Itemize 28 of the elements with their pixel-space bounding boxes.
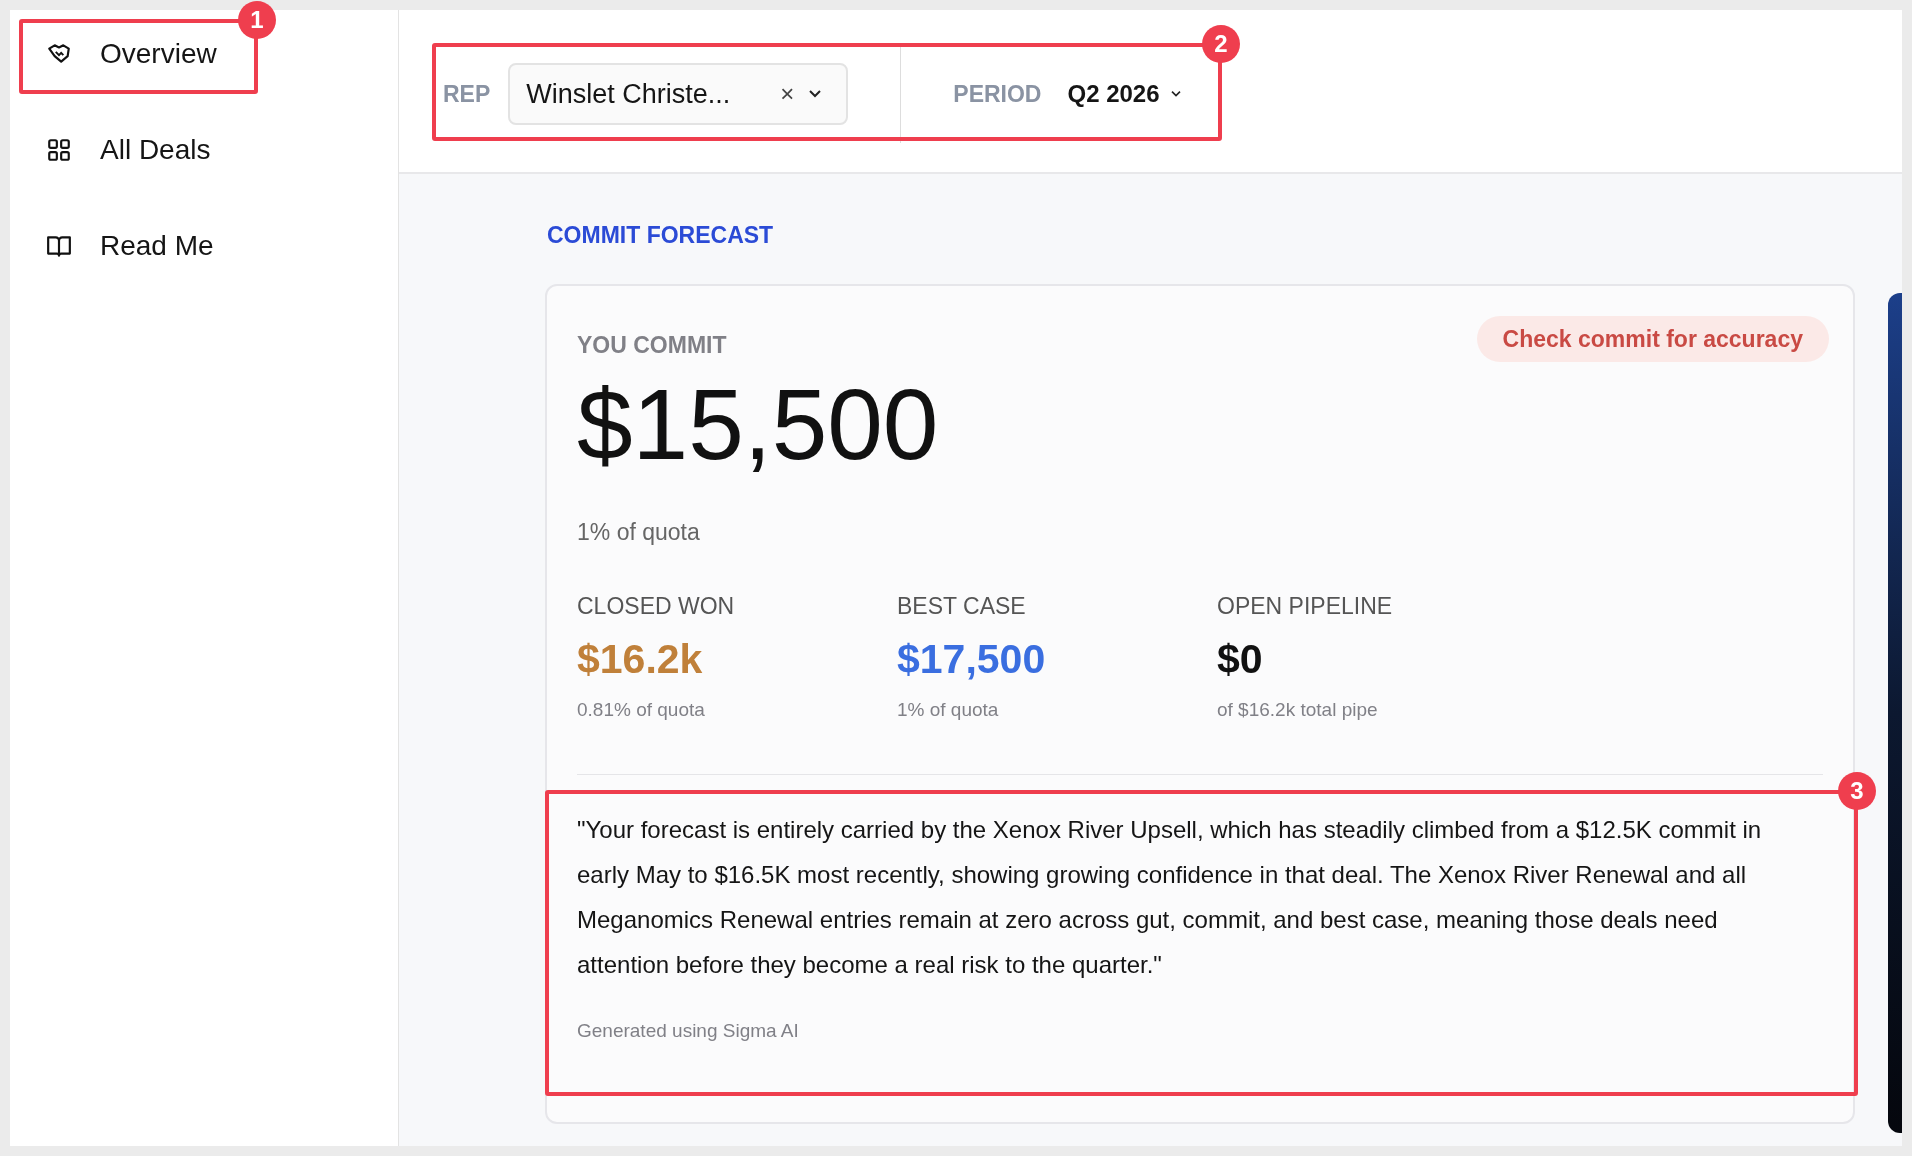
clear-button[interactable]: × [780, 76, 795, 112]
quota-note: 1% of quota [577, 517, 701, 547]
callout-number: 1 [238, 1, 276, 39]
period-dropdown[interactable]: Q2 2026 [1067, 76, 1182, 112]
stat-label: OPEN PIPELINE [1217, 592, 1394, 621]
stat-note: of $16.2k total pipe [1217, 697, 1379, 722]
commit-amount: $15,500 [577, 368, 940, 479]
stat-value: $16.2k [577, 634, 704, 684]
sidebar-item[interactable]: Read Me [36, 222, 336, 270]
check-commit-button[interactable]: Check commit for accuracy [1476, 316, 1829, 362]
commit-label: YOU COMMIT [577, 331, 727, 360]
section-title: COMMIT FORECAST [546, 221, 775, 248]
chevron-down-icon [808, 89, 823, 99]
filter-label: REP [443, 79, 491, 109]
sidebar-item[interactable]: All Deals [36, 126, 336, 174]
book-icon [46, 233, 72, 259]
chevron-down-icon [1169, 90, 1182, 98]
stat-label: BEST CASE [897, 592, 1027, 621]
grid-icon [46, 137, 72, 163]
stat-label: CLOSED WON [577, 592, 736, 621]
stat-value: $17,500 [897, 634, 1047, 684]
rep-select[interactable]: Winslet Christe... × [508, 63, 849, 125]
summary-text: "Your forecast is entirely carried by the Xenox River Upsell, which has steadily climbed from a $12.5K commit in early May to $16.5K most recently, showing growing confidence in that deal. The Xenox River Renewal and all Meganomics Renewal entries remain at zero across gut, commit, and best case, meaning those deals need attention before they become a real risk to the quarter." [577, 815, 1763, 980]
stat-note: 1% of quota [897, 697, 1000, 722]
filter-label: PERIOD [953, 79, 1042, 109]
stat-value: $0 [1217, 634, 1264, 684]
footnote: Generated using Sigma AI [577, 1019, 800, 1043]
stat-note: 0.81% of quota [577, 697, 706, 722]
